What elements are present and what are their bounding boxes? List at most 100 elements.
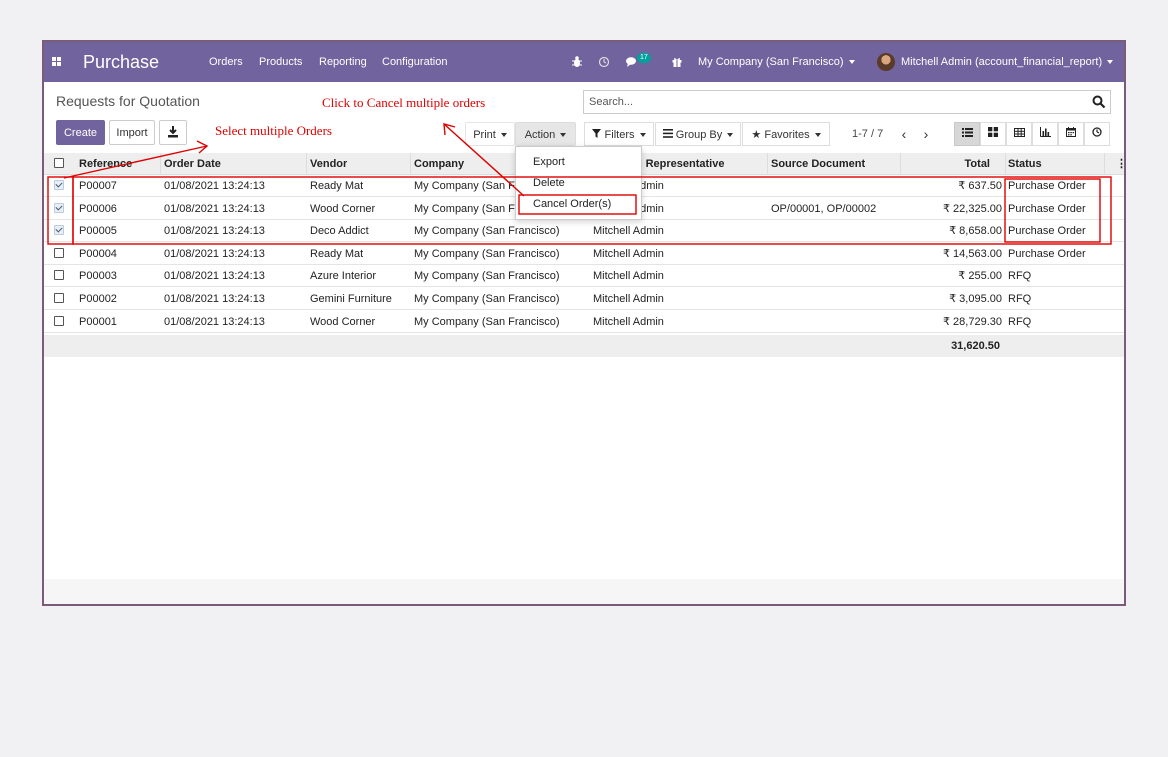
cell-vendor: Ready Mat: [310, 247, 364, 260]
page-bottom-band: [44, 579, 1124, 604]
cell-company: My Company (San Francisco): [414, 247, 560, 260]
row-checkbox[interactable]: [54, 202, 64, 213]
filters-button[interactable]: Filters: [584, 122, 654, 146]
kanban-view-icon[interactable]: [980, 122, 1006, 146]
search-box[interactable]: [583, 90, 1111, 114]
cell-vendor: Gemini Furniture: [310, 293, 392, 305]
cell-vendor: Deco Addict: [310, 225, 369, 238]
menu-item-export[interactable]: Export: [533, 153, 565, 171]
top-navbar: Purchase Orders Products Reporting Confi…: [44, 42, 1124, 82]
cell-source-document: OP/00001, OP/00002: [771, 202, 877, 215]
search-icon[interactable]: [1092, 95, 1106, 112]
favorites-label: Favorites: [764, 129, 810, 141]
action-button[interactable]: Action: [515, 122, 576, 146]
cell-reference: P00005: [79, 225, 117, 238]
annotation-cancel-orders: Click to Cancel multiple orders: [322, 95, 486, 110]
menu-reporting[interactable]: Reporting: [319, 42, 367, 82]
filter-icon: [592, 129, 602, 141]
menu-configuration[interactable]: Configuration: [382, 42, 447, 82]
print-button[interactable]: Print: [465, 122, 515, 146]
column-header-reference[interactable]: Reference: [79, 153, 132, 175]
cell-reference: P00002: [79, 293, 117, 305]
cell-status: RFQ: [1008, 293, 1032, 305]
chevron-down-icon: [639, 133, 646, 138]
bug-icon[interactable]: [571, 42, 583, 82]
menu-products[interactable]: Products: [259, 42, 302, 82]
download-button[interactable]: [159, 120, 187, 145]
cell-company: My Company (San Francisco): [414, 315, 560, 328]
select-all-checkbox[interactable]: [54, 158, 64, 168]
pager-value[interactable]: 1-7 / 7: [852, 122, 883, 146]
chevron-down-icon: [848, 60, 855, 65]
graph-view-icon[interactable]: [1032, 122, 1058, 146]
column-header-source-document[interactable]: Source Document: [771, 153, 865, 175]
import-button[interactable]: Import: [109, 120, 155, 145]
cell-purchase-representative: Mitchell Admin: [593, 315, 664, 328]
row-checkbox[interactable]: [54, 293, 64, 303]
pager-next-icon[interactable]: ›: [918, 122, 934, 146]
menu-item-delete[interactable]: Delete: [533, 174, 565, 192]
cell-status: Purchase Order: [1008, 202, 1086, 215]
table-row[interactable]: P00004 01/08/2021 13:24:13 Ready Mat My Com…: [44, 243, 1124, 265]
table-row[interactable]: P00005 01/08/2021 13:24:13 Deco Addict My C…: [44, 220, 1124, 243]
favorites-button[interactable]: ★ Favorites: [742, 122, 830, 146]
action-label: Action: [524, 129, 556, 141]
column-header-total[interactable]: Total: [904, 153, 990, 175]
cell-vendor: Wood Corner: [310, 202, 376, 215]
cell-total: ₹ 3,095.00: [949, 293, 1002, 305]
menu-orders[interactable]: Orders: [209, 42, 243, 82]
column-header-order-date[interactable]: Order Date: [164, 153, 221, 175]
table-row[interactable]: P00002 01/08/2021 13:24:13 Gemini Furnitur…: [44, 288, 1124, 310]
pager-previous-icon[interactable]: ‹: [896, 122, 912, 146]
download-icon: [167, 126, 179, 146]
cell-total: ₹ 14,563.00: [943, 247, 1002, 260]
column-header-status[interactable]: Status: [1008, 153, 1042, 175]
cell-purchase-representative: Mitchell Admin: [593, 247, 664, 260]
column-header-vendor[interactable]: Vendor: [310, 153, 347, 175]
activity-view-icon[interactable]: [1084, 122, 1110, 146]
page-title: Requests for Quotation: [56, 93, 200, 109]
cell-reference: P00007: [79, 180, 117, 192]
apps-grid-icon[interactable]: [51, 42, 63, 82]
list-view-icon[interactable]: [954, 122, 980, 146]
table-row[interactable]: P00001 01/08/2021 13:24:13 Wood Corner My C…: [44, 311, 1124, 333]
company-switcher[interactable]: My Company (San Francisco): [698, 42, 855, 82]
gift-icon[interactable]: [671, 42, 683, 82]
user-menu[interactable]: Mitchell Admin (account_financial_report…: [901, 42, 1114, 82]
cell-order-date: 01/08/2021 13:24:13: [164, 225, 265, 238]
group-by-button[interactable]: Group By: [655, 122, 741, 146]
app-title[interactable]: Purchase: [83, 42, 159, 82]
chevron-down-icon: [560, 133, 567, 138]
avatar[interactable]: [877, 53, 895, 71]
row-checkbox[interactable]: [54, 225, 64, 236]
group-by-label: Group By: [675, 129, 723, 141]
cell-order-date: 01/08/2021 13:24:13: [164, 202, 265, 215]
cell-total: ₹ 637.50: [958, 180, 1002, 192]
table-footer: 31,620.50: [44, 335, 1124, 357]
search-input[interactable]: [584, 91, 1084, 113]
app-window: Purchase Orders Products Reporting Confi…: [42, 40, 1126, 606]
chevron-down-icon: [500, 133, 507, 138]
clock-icon[interactable]: [598, 42, 610, 82]
chat-icon[interactable]: [625, 42, 639, 82]
cell-order-date: 01/08/2021 13:24:13: [164, 247, 265, 260]
optional-columns-icon[interactable]: ⋮: [1116, 153, 1124, 175]
calendar-view-icon[interactable]: [1058, 122, 1084, 146]
print-label: Print: [473, 129, 496, 141]
table-row[interactable]: P00003 01/08/2021 13:24:13 Azure Interior M…: [44, 265, 1124, 288]
column-header-company[interactable]: Company: [414, 153, 514, 175]
cell-status: RFQ: [1008, 270, 1032, 283]
pivot-view-icon[interactable]: [1006, 122, 1032, 146]
cell-order-date: 01/08/2021 13:24:13: [164, 293, 265, 305]
cell-purchase-representative: Mitchell Admin: [593, 225, 664, 238]
row-checkbox[interactable]: [54, 247, 64, 258]
menu-item-cancel-orders[interactable]: Cancel Order(s): [533, 195, 611, 213]
cell-company: My Company (San Francisco): [414, 225, 560, 238]
row-checkbox[interactable]: [54, 270, 64, 281]
row-checkbox[interactable]: [54, 180, 64, 190]
create-button[interactable]: Create: [56, 120, 105, 145]
chevron-down-icon: [814, 133, 821, 138]
cell-purchase-representative: Mitchell Admin: [593, 270, 664, 283]
cell-company: My Company (San Francisco): [414, 270, 560, 283]
row-checkbox[interactable]: [54, 315, 64, 326]
